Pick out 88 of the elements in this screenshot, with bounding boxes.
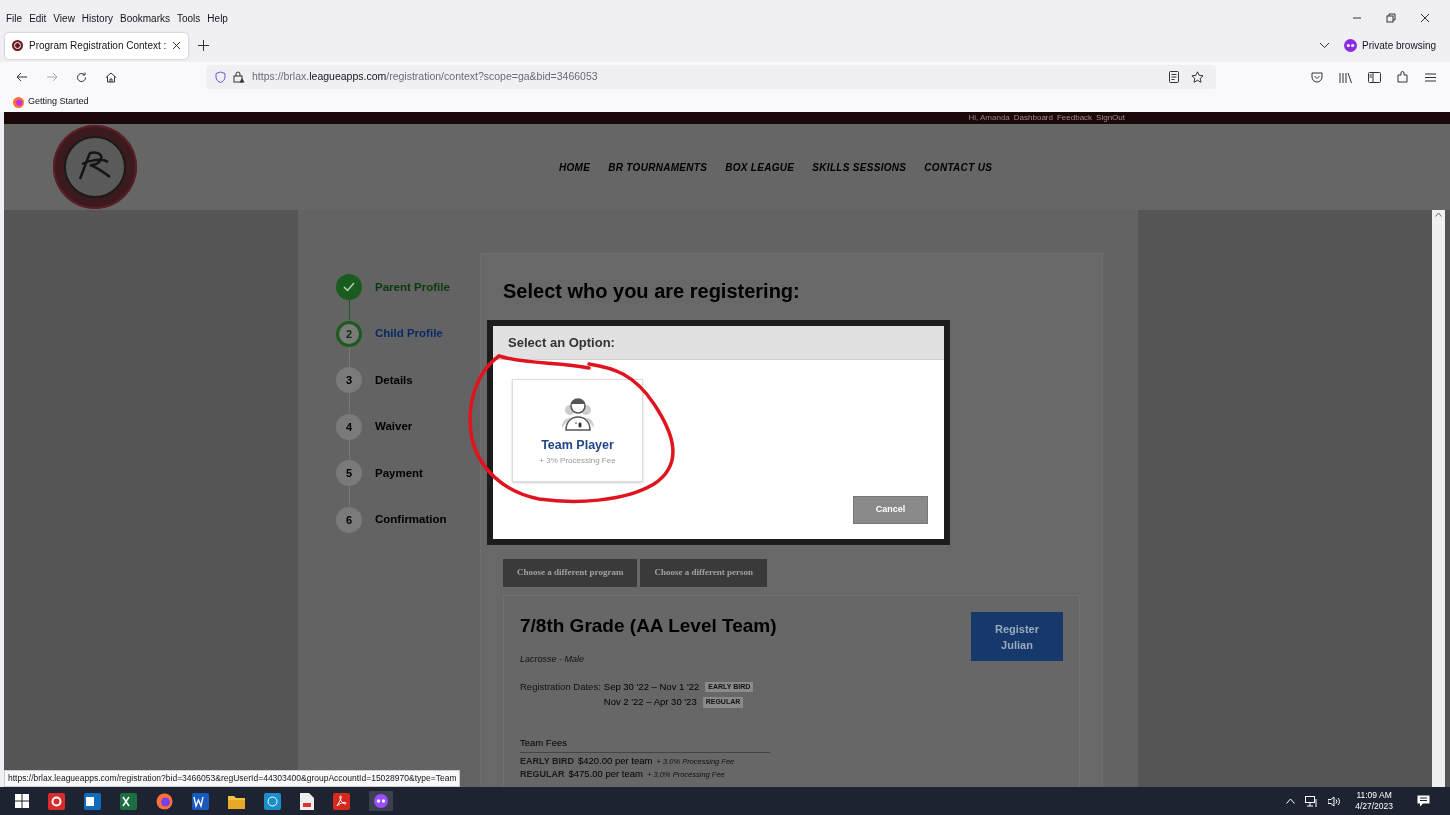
file-icon[interactable] <box>300 792 314 810</box>
step-label: Child Profile <box>375 326 443 342</box>
pocket-icon[interactable] <box>1311 71 1323 83</box>
globe-app-icon[interactable] <box>264 792 281 810</box>
fee-price: $420.00 per team <box>578 754 653 767</box>
reader-view-icon[interactable] <box>1169 71 1179 83</box>
close-tab-icon[interactable] <box>172 41 182 50</box>
step-number: 4 <box>336 413 362 440</box>
chevron-down-icon[interactable] <box>1319 42 1331 49</box>
step-number: 2 <box>336 320 362 347</box>
user-link[interactable]: SignOut <box>1096 112 1125 124</box>
step-label: Confirmation <box>375 512 447 528</box>
home-icon[interactable] <box>105 71 117 83</box>
greeting-text: Hi, Amanda <box>968 112 1010 124</box>
nav-link[interactable]: BOX LEAGUE <box>725 159 795 175</box>
reload-icon[interactable] <box>76 71 87 83</box>
fee-tag: EARLY BIRD <box>520 754 574 767</box>
step-label: Waiver <box>375 419 413 435</box>
menu-icon[interactable] <box>1425 72 1436 82</box>
menu-item[interactable]: File <box>6 10 23 26</box>
speaker-icon[interactable] <box>1328 795 1342 807</box>
option-card[interactable]: Team Player + 3% Processing Fee <box>512 379 643 482</box>
bookmark-link[interactable]: Getting Started <box>28 95 89 109</box>
action-button[interactable]: Choose a different program <box>503 559 638 587</box>
menu-item[interactable]: Help <box>207 10 228 26</box>
address-bar[interactable]: https://brlax.leagueapps.com/registration/context?scope=ga&bid=3466053 <box>206 65 1216 89</box>
program-subtitle: Lacrosse - Male <box>520 652 586 666</box>
folder-icon[interactable] <box>228 793 245 809</box>
menu-item[interactable]: Edit <box>29 10 47 26</box>
step-label: Parent Profile <box>375 279 450 295</box>
scroll-up-icon[interactable] <box>1435 212 1442 217</box>
register-button[interactable]: Register Julian <box>971 612 1063 661</box>
mail-app-icon[interactable] <box>84 792 101 810</box>
step-label: Payment <box>375 465 423 481</box>
url-text: https://brlax.leagueapps.com/registration/context?scope=ga&bid=3466053 <box>252 69 598 85</box>
browser-tab[interactable]: Program Registration Context : <box>5 32 189 59</box>
step-number: 5 <box>336 460 362 487</box>
document-app-icon[interactable] <box>192 792 209 810</box>
lock-icon[interactable] <box>233 71 245 83</box>
modal-title: Select an Option: <box>493 326 944 360</box>
status-url: https://brlax.leagueapps.com/registration?bid=3466053&regUserId=44303400&groupAccountId=15028970&type=Team <box>4 770 461 787</box>
step-number: 3 <box>336 367 362 394</box>
step-label: Details <box>375 372 413 388</box>
menu-item[interactable]: Tools <box>177 10 201 26</box>
windows-start-icon[interactable] <box>15 794 29 808</box>
program-title: 7/8th Grade (AA Level Team) <box>520 614 778 638</box>
fee-tag: REGULAR <box>520 767 565 780</box>
clock-date[interactable]: 4/27/2023 <box>1355 801 1393 812</box>
extensions-icon[interactable] <box>1397 71 1409 83</box>
close-icon[interactable] <box>1420 13 1430 23</box>
nav-link[interactable]: BR TOURNAMENTS <box>608 159 708 175</box>
shield-icon[interactable] <box>215 71 226 83</box>
browser-icon[interactable] <box>156 792 173 810</box>
date-range: Sep 30 '22 – Nov 1 '22 <box>603 680 700 694</box>
library-icon[interactable] <box>1339 71 1352 83</box>
page-heading: Select who you are registering: <box>503 279 801 304</box>
option-title: Team Player <box>541 437 614 454</box>
mask-icon <box>1344 39 1358 52</box>
menu-item[interactable]: History <box>81 10 113 26</box>
pdf-app-icon[interactable] <box>333 792 350 810</box>
clock-time[interactable]: 11:09 AM <box>1356 790 1392 801</box>
browser-icon <box>13 96 24 108</box>
sidebar-icon[interactable] <box>1368 71 1381 83</box>
site-favicon-icon <box>12 40 23 51</box>
star-icon[interactable] <box>1191 71 1204 83</box>
nav-link[interactable]: SKILLS SESSIONS <box>812 159 907 175</box>
back-icon[interactable] <box>16 72 28 82</box>
spreadsheet-app-icon[interactable] <box>120 792 137 810</box>
nav-link[interactable]: HOME <box>559 159 591 175</box>
club-logo-icon[interactable] <box>52 124 138 210</box>
notification-icon[interactable] <box>1417 795 1430 807</box>
new-tab-icon[interactable] <box>198 40 210 51</box>
user-link[interactable]: Dashboard <box>1013 112 1053 124</box>
option-subtitle: + 3% Processing Fee <box>539 454 616 467</box>
date-range: Nov 2 '22 – Apr 30 '23 <box>603 695 697 710</box>
menu-item[interactable]: Bookmarks <box>120 10 170 26</box>
chevron-up-icon[interactable] <box>1286 798 1296 804</box>
action-button[interactable]: Choose a different person <box>640 559 767 587</box>
user-link[interactable]: Feedback <box>1056 112 1093 124</box>
restore-icon[interactable] <box>1386 13 1396 23</box>
menu-item[interactable]: View <box>53 10 75 26</box>
fees-title: Team Fees <box>520 735 770 753</box>
nav-link[interactable]: CONTACT US <box>924 159 993 175</box>
dates-label: Registration Dates: <box>520 680 601 694</box>
step-number: 6 <box>336 506 362 533</box>
network-icon[interactable] <box>1305 795 1319 807</box>
fee-price: $475.00 per team <box>568 767 643 780</box>
private-browsing-label: Private browsing <box>1362 39 1436 53</box>
